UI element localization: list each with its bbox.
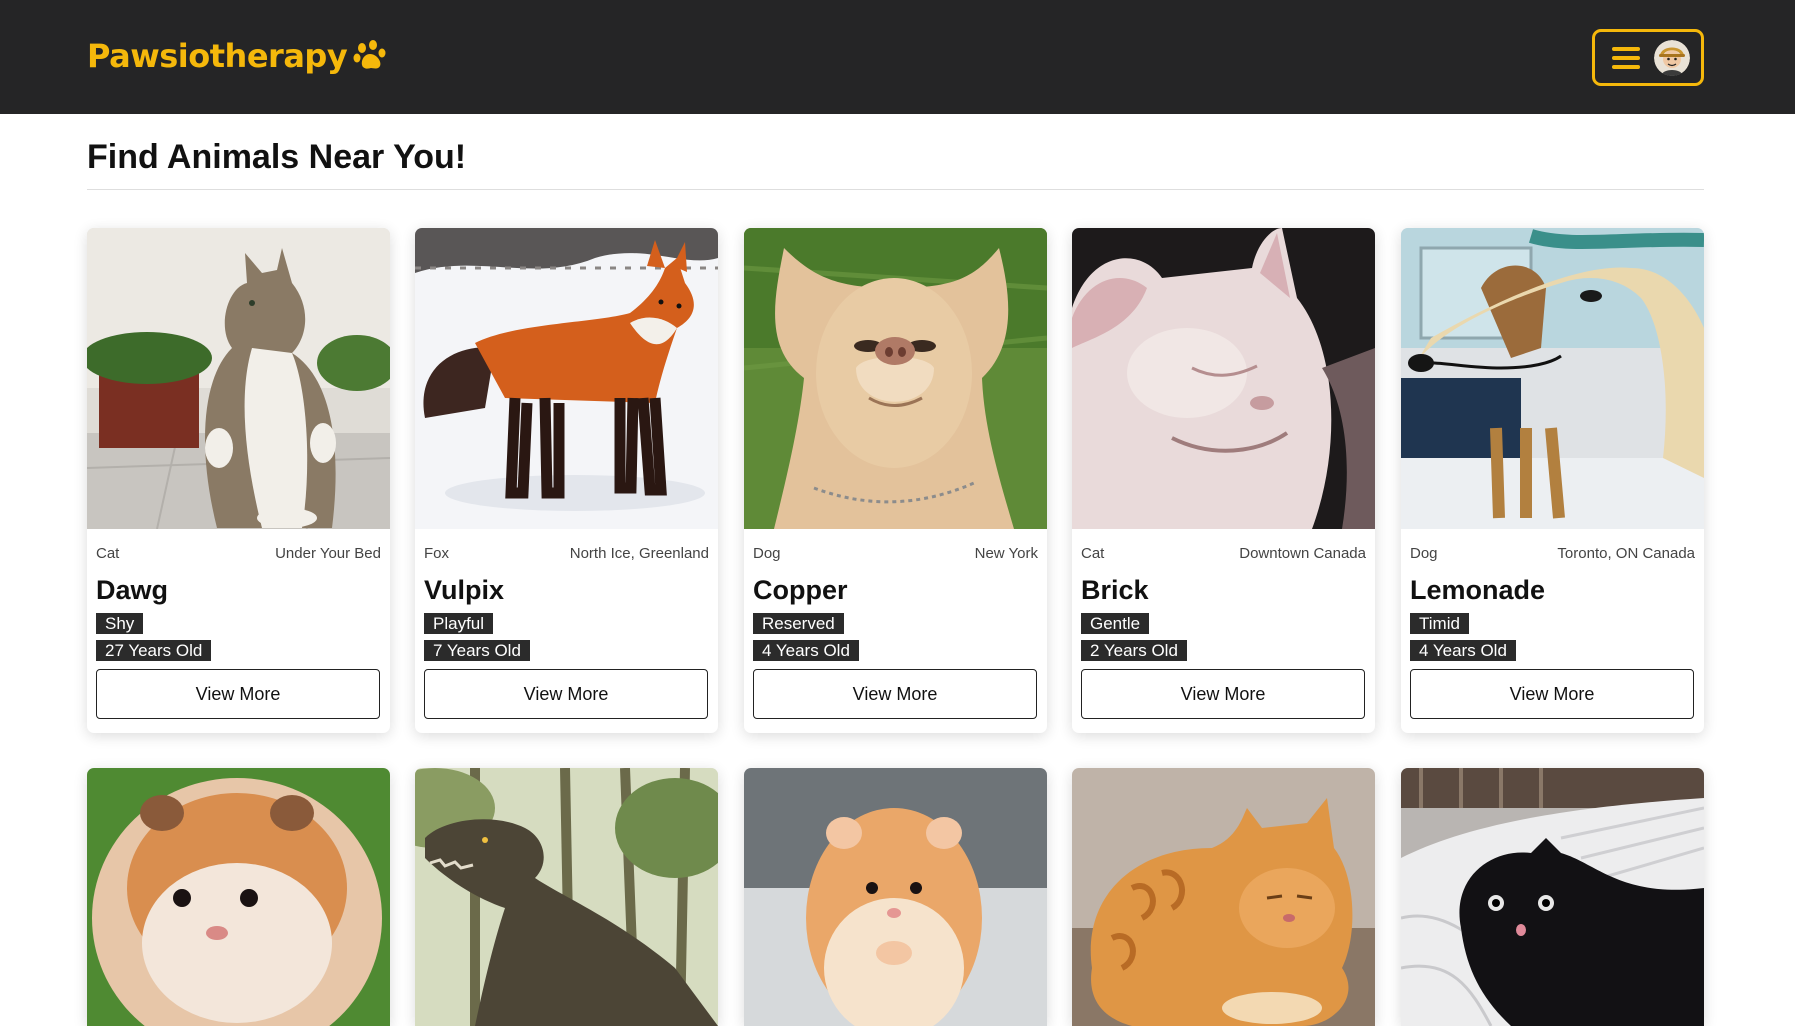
animal-name: Lemonade xyxy=(1410,575,1546,605)
fox-photo xyxy=(415,228,718,529)
age-badge: 27 Years Old xyxy=(96,640,212,661)
trait-badge: Shy xyxy=(96,613,144,634)
animal-name: Copper xyxy=(753,575,848,605)
location-label: Downtown Canada xyxy=(1239,545,1366,562)
page-title: Find Animals Near You! xyxy=(87,138,467,176)
animal-card xyxy=(87,768,390,1026)
animal-card: Cat Downtown Canada Brick Gentle 2 Years … xyxy=(1072,228,1375,733)
view-more-button[interactable]: View More xyxy=(96,669,380,719)
animal-card: Dog Toronto, ON Canada Lemonade Timid 4 Y… xyxy=(1401,228,1704,733)
user-menu-button[interactable] xyxy=(1592,29,1704,86)
species-label: Fox xyxy=(424,545,450,562)
species-label: Dog xyxy=(1410,545,1438,562)
animal-card: Fox North Ice, Greenland Vulpix Playful 7… xyxy=(415,228,718,733)
age-badge: 7 Years Old xyxy=(424,640,530,661)
hamster-photo xyxy=(744,768,1047,1026)
trait-badge: Reserved xyxy=(753,613,844,634)
location-label: Under Your Bed xyxy=(275,545,381,562)
cat-photo xyxy=(87,228,390,529)
trait-badge: Timid xyxy=(1410,613,1469,634)
animal-name: Dawg xyxy=(96,575,169,605)
cat-photo xyxy=(1072,768,1375,1026)
brand-name: Pawsiotherapy xyxy=(87,37,348,75)
location-label: North Ice, Greenland xyxy=(569,545,709,562)
animal-card: Cat Under Your Bed Dawg Shy 27 Years Old … xyxy=(87,228,390,733)
animal-card xyxy=(744,768,1047,1026)
age-badge: 4 Years Old xyxy=(1410,640,1516,661)
animal-card xyxy=(1401,768,1704,1026)
location-label: New York xyxy=(974,545,1038,562)
species-label: Cat xyxy=(1081,545,1105,562)
view-more-button[interactable]: View More xyxy=(753,669,1037,719)
view-more-button[interactable]: View More xyxy=(1410,669,1694,719)
avatar xyxy=(1654,39,1690,76)
location-label: Toronto, ON Canada xyxy=(1557,545,1695,562)
title-divider xyxy=(87,189,1704,190)
animal-card xyxy=(415,768,718,1026)
dog-photo xyxy=(744,228,1047,529)
hamster-photo xyxy=(87,768,390,1026)
animal-card: Dog New York Copper Reserved 4 Years Old … xyxy=(744,228,1047,733)
brand-logo[interactable]: Pawsiotherapy xyxy=(87,33,387,79)
trait-badge: Playful xyxy=(424,613,494,634)
age-badge: 2 Years Old xyxy=(1081,640,1187,661)
species-label: Cat xyxy=(96,545,120,562)
species-label: Dog xyxy=(753,545,781,562)
paw-icon xyxy=(353,40,386,69)
cat-photo xyxy=(1401,768,1704,1026)
age-badge: 4 Years Old xyxy=(753,640,859,661)
view-more-button[interactable]: View More xyxy=(424,669,708,719)
navbar: Pawsiotherapy xyxy=(0,0,1795,114)
hamburger-icon xyxy=(1612,46,1640,69)
animal-card xyxy=(1072,768,1375,1026)
trait-badge: Gentle xyxy=(1081,613,1150,634)
cat-photo xyxy=(1072,228,1375,529)
view-more-button[interactable]: View More xyxy=(1081,669,1365,719)
dog-photo xyxy=(1401,228,1704,529)
animal-name: Brick xyxy=(1081,575,1149,605)
dinosaur-photo xyxy=(415,768,718,1026)
animal-name: Vulpix xyxy=(424,575,505,605)
